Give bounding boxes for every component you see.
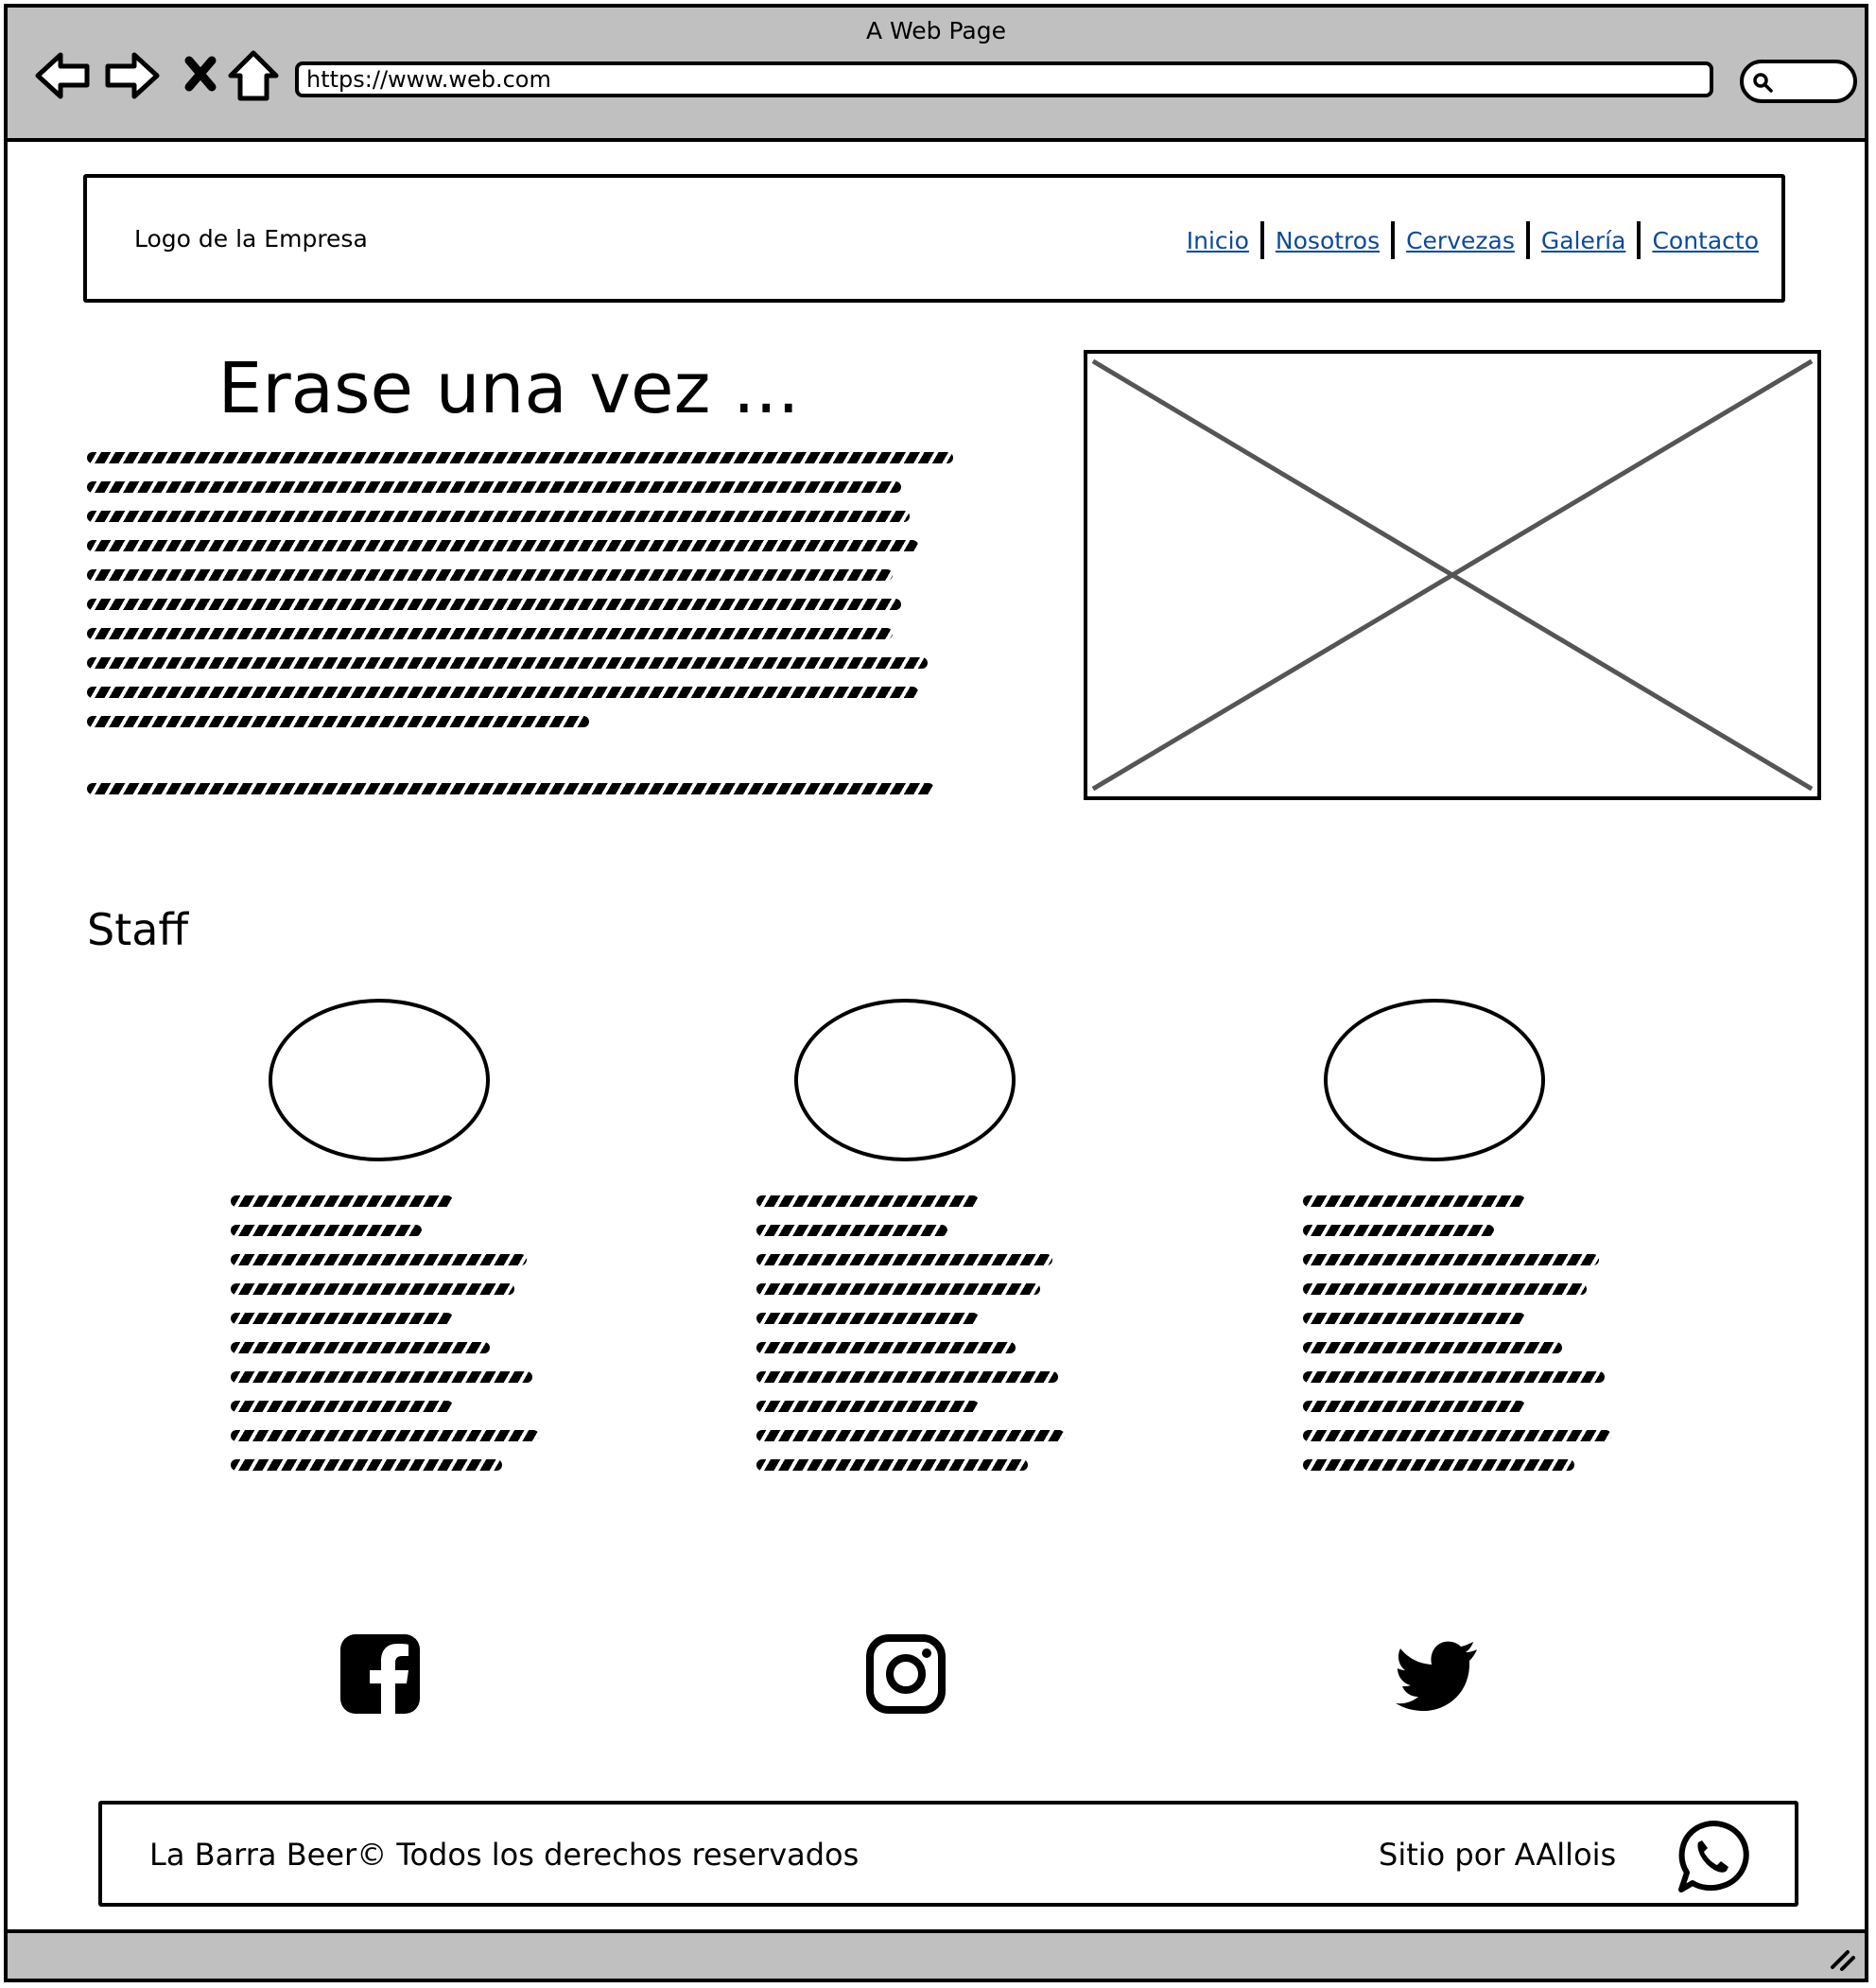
browser-toolbar: A Web Page https://www.web.com	[8, 8, 1865, 142]
instagram-icon[interactable]	[864, 1632, 947, 1716]
staff-bio-placeholder	[1303, 1195, 1611, 1489]
browser-status-bar	[8, 1929, 1865, 1979]
home-icon[interactable]	[223, 45, 284, 106]
staff-bio-placeholder	[756, 1195, 1065, 1489]
site-footer: La Barra Beer© Todos los derechos reserv…	[98, 1801, 1798, 1907]
nav-contacto[interactable]: Contacto	[1641, 227, 1770, 254]
forward-arrow-icon[interactable]	[102, 45, 163, 106]
story-text-placeholder-2	[87, 783, 934, 812]
staff-avatar	[794, 999, 1016, 1161]
browser-search-field[interactable]	[1740, 60, 1857, 103]
whatsapp-icon[interactable]	[1670, 1816, 1751, 1897]
site-header: Logo de la Empresa Inicio Nosotros Cerve…	[83, 174, 1785, 303]
image-placeholder	[1084, 350, 1821, 800]
staff-avatar	[1324, 999, 1545, 1161]
staff-avatar	[269, 999, 490, 1161]
search-icon	[1753, 73, 1773, 93]
main-nav: Inicio Nosotros Cervezas Galería Contact…	[1175, 221, 1770, 259]
twitter-icon[interactable]	[1396, 1632, 1479, 1716]
nav-inicio[interactable]: Inicio	[1175, 227, 1260, 254]
nav-galeria[interactable]: Galería	[1530, 227, 1638, 254]
browser-window: A Web Page https://www.web.com Logo de l…	[4, 4, 1868, 1982]
copyright-text: La Barra Beer© Todos los derechos reserv…	[149, 1837, 860, 1873]
address-bar[interactable]: https://www.web.com	[295, 61, 1713, 97]
site-credit: Sitio por AAllois	[1379, 1837, 1617, 1873]
story-heading: Erase una vez ...	[217, 348, 800, 429]
nav-cervezas[interactable]: Cervezas	[1395, 227, 1526, 254]
company-logo[interactable]: Logo de la Empresa	[134, 225, 368, 253]
story-text-placeholder	[87, 452, 953, 745]
resize-grip-icon[interactable]	[1829, 1944, 1855, 1971]
close-icon[interactable]	[170, 45, 231, 106]
nav-nosotros[interactable]: Nosotros	[1264, 227, 1391, 254]
back-arrow-icon[interactable]	[32, 45, 93, 106]
staff-heading: Staff	[87, 904, 189, 955]
staff-bio-placeholder	[231, 1195, 539, 1489]
window-title: A Web Page	[865, 17, 1007, 44]
facebook-icon[interactable]	[339, 1632, 422, 1716]
